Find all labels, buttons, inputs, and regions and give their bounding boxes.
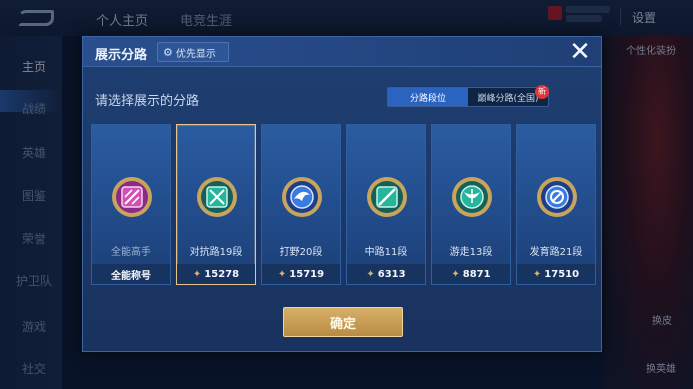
lane-card-clash[interactable]: 对抗路19段 ✦ 15278 xyxy=(176,124,256,285)
lane-card-score: 17510 xyxy=(544,268,580,280)
clash-lane-emblem-icon xyxy=(197,177,237,217)
prompt-text: 请选择展示的分路 xyxy=(95,94,200,109)
lane-card-score: 15719 xyxy=(289,268,325,280)
gear-icon: ⚙ xyxy=(163,45,173,59)
lane-card-name: 对抗路19段 xyxy=(189,247,243,258)
lane-card-farm[interactable]: 发育路21段 ✦ 17510 xyxy=(516,124,596,285)
dialog-header: 展示分路 ⚙ 优先显示 ✕ xyxy=(83,37,601,67)
lane-card-mid[interactable]: 中路11段 ✦ 6313 xyxy=(346,124,426,285)
roam-emblem-icon xyxy=(452,177,492,217)
lane-card-name: 全能高手 xyxy=(111,247,151,258)
lane-card-roam[interactable]: 游走13段 ✦ 8871 xyxy=(431,124,511,285)
close-button[interactable]: ✕ xyxy=(567,39,593,65)
lane-card-footer: ✦ 6313 xyxy=(347,264,425,284)
lane-card-footer: ✦ 17510 xyxy=(517,264,595,284)
lane-card-name: 中路11段 xyxy=(364,247,408,258)
rank-star-icon: ✦ xyxy=(451,268,460,280)
new-badge: 新 xyxy=(535,85,549,99)
display-lane-dialog: 展示分路 ⚙ 优先显示 ✕ 请选择展示的分路 分路段位 巅峰分路(全国) 新 全… xyxy=(82,36,602,352)
lane-card-footer: ✦ 15719 xyxy=(262,264,340,284)
lane-type-switch: 分路段位 巅峰分路(全国) xyxy=(387,87,549,107)
lane-card-jungle[interactable]: 打野20段 ✦ 15719 xyxy=(261,124,341,285)
rank-star-icon: ✦ xyxy=(277,268,287,280)
lane-card-score: 6313 xyxy=(377,268,406,280)
lane-card-all-round[interactable]: 全能高手 全能称号 xyxy=(91,124,171,285)
jungle-emblem-icon xyxy=(282,177,322,217)
lane-card-name: 游走13段 xyxy=(449,247,493,258)
rank-star-icon: ✦ xyxy=(532,268,542,280)
lane-card-score: 15278 xyxy=(204,268,240,280)
farm-lane-emblem-icon xyxy=(537,177,577,217)
lane-card-footer: ✦ 15278 xyxy=(177,264,255,284)
lane-card-name: 发育路21段 xyxy=(529,247,583,258)
dialog-title: 展示分路 xyxy=(95,48,148,63)
all-round-emblem-icon xyxy=(112,177,152,217)
priority-display-button[interactable]: ⚙ 优先显示 xyxy=(157,42,229,62)
rank-star-icon: ✦ xyxy=(366,268,375,280)
lane-card-title: 全能称号 xyxy=(111,270,151,282)
lane-card-footer: 全能称号 xyxy=(92,264,170,284)
confirm-button[interactable]: 确定 xyxy=(283,307,403,337)
rank-star-icon: ✦ xyxy=(192,268,202,280)
mid-lane-emblem-icon xyxy=(367,177,407,217)
lane-card-list: 全能高手 全能称号 对抗路19段 ✦ 15278 打野20段 ✦ 15719 中… xyxy=(91,124,597,286)
lane-card-name: 打野20段 xyxy=(279,247,323,258)
priority-display-label: 优先显示 xyxy=(175,48,216,60)
lane-card-footer: ✦ 8871 xyxy=(432,264,510,284)
lane-card-score: 8871 xyxy=(462,268,491,280)
close-icon: ✕ xyxy=(569,37,591,67)
tab-lane-rank[interactable]: 分路段位 xyxy=(388,88,468,106)
